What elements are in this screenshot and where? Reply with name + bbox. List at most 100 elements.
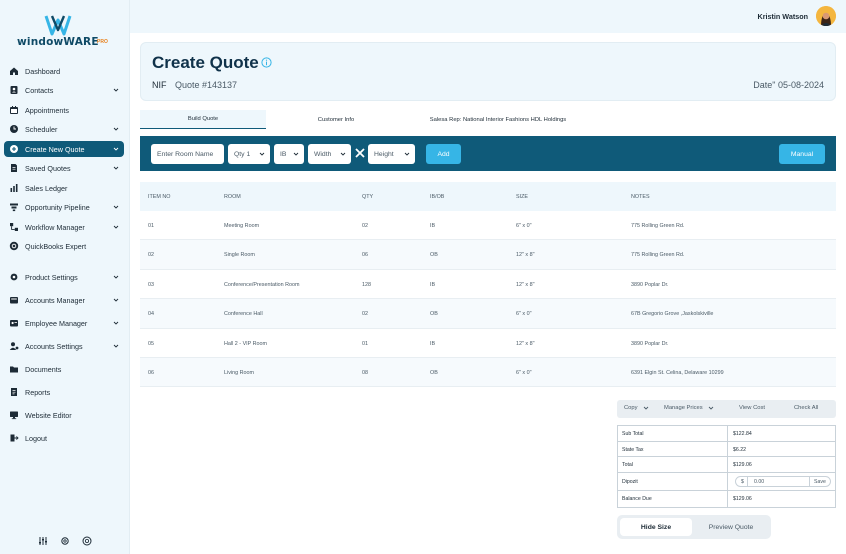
- cell-room: Hall 2 - VIP Room: [224, 340, 268, 347]
- help-icon[interactable]: [82, 536, 92, 546]
- table-row[interactable]: 05 Hall 2 - VIP Room 01 IB 12" x 8" 3890 Popl…: [140, 329, 836, 358]
- sidebar-item-opportunity-pipeline[interactable]: Opportunity Pipeline: [4, 199, 124, 215]
- col-size: SIZE: [516, 194, 528, 200]
- room-name-input[interactable]: Enter Room Name: [151, 144, 224, 164]
- table-row[interactable]: 01 Meeting Room 02 IB 6" x 0" 775 Rolling Gre…: [140, 211, 836, 241]
- table-row[interactable]: 02 Single Room 06 OB 12" x 8" 775 Rolling Gre…: [140, 240, 836, 270]
- table-row[interactable]: 04 Conference Hall 02 OB 6" x 0" 67B Gregorio…: [140, 299, 836, 329]
- cell-qty: 02: [362, 311, 368, 318]
- cell-notes: 3890 Poplar Dr.: [631, 340, 669, 347]
- sidebar-item-accounts-manager[interactable]: Accounts Manager: [4, 292, 124, 308]
- clock-icon: [9, 124, 19, 134]
- sidebar-item-label: Reports: [25, 387, 51, 397]
- sidebar-item-saved-quotes[interactable]: Saved Quotes: [4, 160, 124, 176]
- sliders-icon[interactable]: [38, 536, 48, 546]
- cell-size: 6" x 0": [516, 370, 532, 376]
- col-notes: NOTES: [631, 194, 650, 200]
- width-select[interactable]: Width: [308, 144, 351, 164]
- add-button[interactable]: Add: [426, 144, 461, 164]
- quote-tabs: Build Quote Customer Info Salesa Rep: Na…: [140, 110, 836, 129]
- chevron-down-icon: [643, 406, 648, 410]
- sidebar-item-dashboard[interactable]: Dashboard: [4, 63, 124, 79]
- pipeline-icon: [9, 202, 19, 212]
- cell-size: 12" x 8": [516, 281, 535, 288]
- bar-chart-icon: [9, 183, 19, 193]
- table-row[interactable]: 06 Living Room 08 OB 6" x 0" 6391 Elgin St. C…: [140, 358, 836, 388]
- balance-label: Balance Due: [622, 496, 652, 502]
- chevron-down-icon: [113, 275, 119, 279]
- employee-icon: [9, 318, 19, 328]
- info-icon[interactable]: [261, 57, 272, 68]
- cell-room: Single Room: [224, 252, 255, 259]
- cell-qty: 128: [362, 281, 371, 288]
- folder-icon: [9, 364, 19, 374]
- cell-size: 12" x 8": [516, 340, 535, 347]
- sidebar-item-label: Appointments: [25, 105, 69, 115]
- quote-actions-bar: Copy Manage Prices View Cost Check All: [617, 400, 836, 418]
- cell-room: Conference Hall: [224, 311, 263, 318]
- user-name[interactable]: Kristin Watson: [758, 12, 808, 21]
- deposit-save-button[interactable]: Save: [814, 479, 826, 485]
- sidebar-item-create-new-quote[interactable]: Create New Quote: [4, 141, 124, 157]
- sidebar-item-logout[interactable]: Logout: [4, 430, 124, 446]
- check-all-button[interactable]: Check All: [794, 405, 818, 411]
- sidebar-item-product-settings[interactable]: Product Settings: [4, 269, 124, 285]
- qty-select[interactable]: Qty 1: [228, 144, 270, 164]
- sidebar-item-quickbooks-expert[interactable]: QuickBooks Expert: [4, 238, 124, 254]
- height-select[interactable]: Height: [368, 144, 415, 164]
- tab-customer-info[interactable]: Customer Info: [280, 110, 392, 129]
- chevron-down-icon: [113, 298, 119, 302]
- sidebar-item-appointments[interactable]: Appointments: [4, 102, 124, 118]
- tax-label: State Tax: [622, 447, 644, 453]
- sidebar-item-documents[interactable]: Documents: [4, 361, 124, 377]
- cell-notes: 3890 Poplar Dr.: [631, 281, 669, 288]
- sidebar-item-label: Create New Quote: [25, 144, 85, 154]
- copy-dropdown[interactable]: Copy: [624, 405, 649, 411]
- table-row[interactable]: 03 Conference/Presentation Room 128 IB 12" x…: [140, 270, 836, 300]
- hide-size-button[interactable]: Hide Size: [620, 518, 692, 536]
- cell-qty: 06: [362, 252, 368, 259]
- chevron-down-icon: [113, 88, 119, 92]
- subtotal-value: $122.84: [733, 431, 752, 437]
- chevron-down-icon: [113, 147, 119, 151]
- quote-date: Date" 05-08-2024: [753, 80, 824, 90]
- sidebar-item-website-editor[interactable]: Website Editor: [4, 407, 124, 423]
- qty-select-value: Qty 1: [234, 150, 251, 158]
- subtotal-row: Sub Total $122.84: [618, 426, 835, 442]
- tab-build-quote[interactable]: Build Quote: [140, 110, 266, 129]
- sidebar-item-employee-manager[interactable]: Employee Manager: [4, 315, 124, 331]
- sidebar-item-label: Saved Quotes: [25, 163, 71, 173]
- plus-circle-icon: [9, 144, 19, 154]
- ib-select[interactable]: IB: [274, 144, 304, 164]
- chevron-down-icon: [404, 152, 410, 156]
- cell-ib-ob: OB: [430, 370, 438, 376]
- deposit-input[interactable]: $ 0.00 Save: [735, 476, 831, 487]
- sidebar-item-sales-ledger[interactable]: Sales Ledger: [4, 180, 124, 196]
- sidebar-item-workflow-manager[interactable]: Workflow Manager: [4, 219, 124, 235]
- sidebar-item-accounts-settings[interactable]: Accounts Settings: [4, 338, 124, 354]
- subtotal-label: Sub Total: [622, 431, 644, 437]
- deposit-currency: $: [741, 479, 744, 485]
- tab-sales-rep[interactable]: Salesa Rep: National Interior Fashions H…: [408, 110, 588, 129]
- avatar[interactable]: [816, 6, 836, 26]
- deposit-separator: [809, 477, 810, 486]
- cell-item-no: 01: [148, 223, 154, 229]
- sidebar-item-label: Accounts Manager: [25, 295, 85, 305]
- chevron-down-icon: [293, 152, 299, 156]
- gear-icon[interactable]: [60, 536, 70, 546]
- quickbooks-icon: [9, 241, 19, 251]
- chevron-down-icon: [113, 166, 119, 170]
- manage-prices-dropdown[interactable]: Manage Prices: [664, 405, 714, 411]
- manual-button[interactable]: Manual: [779, 144, 825, 164]
- sidebar-item-scheduler[interactable]: Scheduler: [4, 121, 124, 137]
- cell-ib-ob: IB: [430, 340, 436, 347]
- sidebar-item-label: Documents: [25, 364, 62, 374]
- col-qty: QTY: [362, 194, 374, 200]
- sidebar-item-contacts[interactable]: Contacts: [4, 82, 124, 98]
- preview-quote-button[interactable]: Preview Quote: [694, 518, 768, 536]
- balance-value: $129.06: [733, 496, 752, 502]
- sidebar-item-reports[interactable]: Reports: [4, 384, 124, 400]
- sidebar-item-label: Logout: [25, 433, 47, 443]
- chevron-down-icon: [113, 205, 119, 209]
- view-cost-button[interactable]: View Cost: [739, 405, 765, 411]
